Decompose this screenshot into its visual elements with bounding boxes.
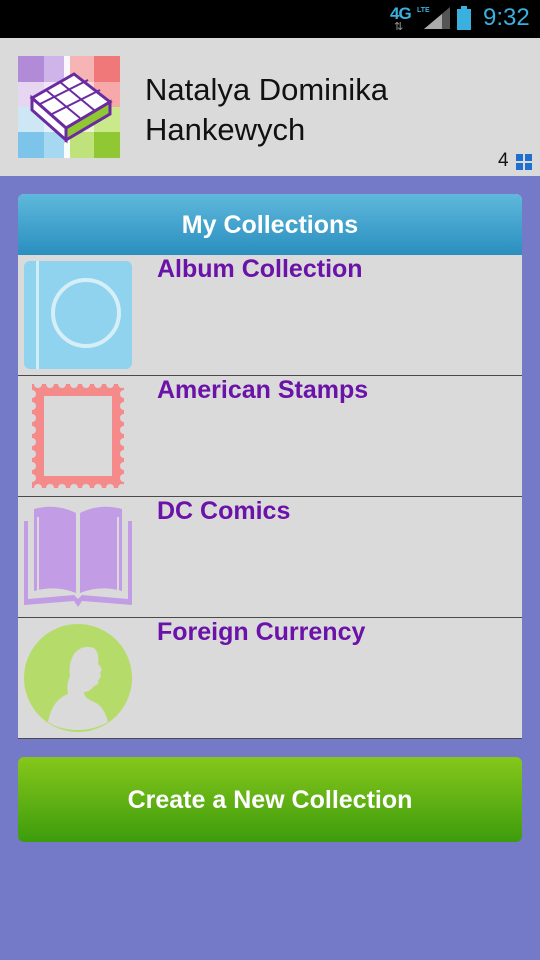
signal-icon: [424, 7, 450, 29]
collection-item-comics[interactable]: DC Comics: [18, 497, 522, 618]
collection-label: Foreign Currency: [157, 618, 366, 646]
panel-title: My Collections: [18, 194, 522, 255]
grid-view-icon[interactable]: [516, 154, 532, 170]
data-activity-icon: ⇅: [394, 21, 404, 33]
profile-header: Natalya Dominika Hankewych 4: [0, 38, 540, 176]
battery-icon: [457, 6, 471, 30]
collection-item-stamps[interactable]: American Stamps: [18, 376, 522, 497]
album-icon: [24, 261, 132, 369]
app-logo-icon: [18, 56, 120, 158]
create-collection-button[interactable]: Create a New Collection: [18, 757, 522, 842]
stamp-icon: [28, 382, 128, 490]
collections-panel: My Collections Album Collection American…: [18, 194, 522, 739]
collection-label: American Stamps: [157, 376, 369, 404]
collection-count: 4: [498, 150, 509, 171]
user-name: Natalya Dominika Hankewych: [145, 72, 388, 147]
status-bar: 4G LTE ⇅ 9:32: [0, 0, 540, 38]
collection-label: DC Comics: [157, 497, 291, 525]
open-book-icon: [24, 506, 132, 607]
collection-label: Album Collection: [157, 255, 363, 283]
collection-item-currency[interactable]: Foreign Currency: [18, 618, 522, 739]
collection-item-album[interactable]: Album Collection: [18, 255, 522, 376]
clock: 9:32: [483, 4, 530, 31]
coin-portrait-icon: [24, 624, 132, 732]
